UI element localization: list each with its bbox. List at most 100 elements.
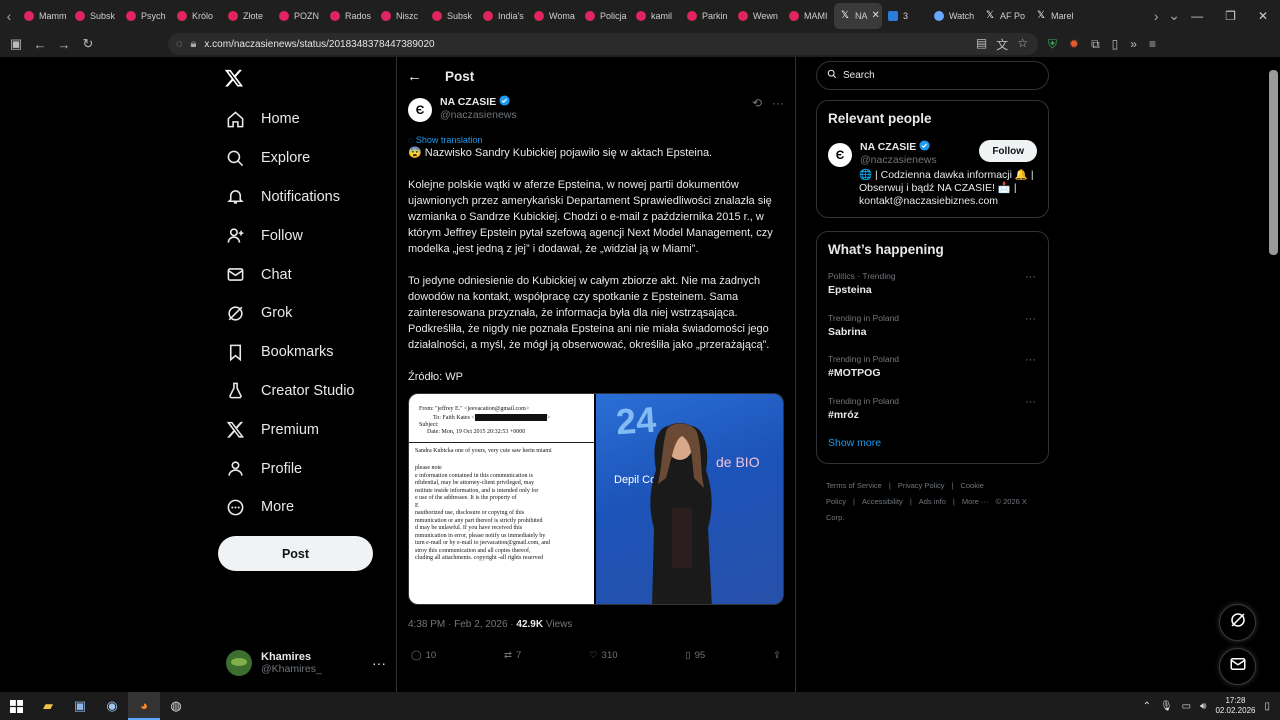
- browser-tab[interactable]: Psych: [120, 3, 171, 29]
- address-bar[interactable]: ◌ 🔒︎ x.com/naczasienews/status/201834837…: [168, 33, 1038, 55]
- file-explorer-icon[interactable]: ▰: [32, 692, 64, 720]
- person-name-row[interactable]: NA CZASIE: [860, 140, 937, 154]
- translate-icon[interactable]: 文: [996, 36, 1008, 53]
- show-more-link[interactable]: Show more: [817, 437, 1048, 449]
- close-tab-icon[interactable]: ✕: [872, 10, 880, 21]
- back-icon[interactable]: ←: [28, 37, 52, 52]
- shield-icon[interactable]: ◌: [176, 38, 183, 50]
- post-button[interactable]: Post: [218, 536, 373, 571]
- browser-tab[interactable]: Parkin: [681, 3, 732, 29]
- network-icon[interactable]: ▭: [1182, 701, 1191, 712]
- account-switcher[interactable]: Khamires @Khamires_ ···: [226, 650, 386, 676]
- browser-tab[interactable]: Złote: [222, 3, 273, 29]
- grok-fab-button[interactable]: [1219, 604, 1256, 641]
- browser-tab[interactable]: Wewn: [732, 3, 783, 29]
- sidebar-toggle-icon[interactable]: ▣: [4, 36, 28, 52]
- page-scrollbar[interactable]: [1269, 70, 1278, 255]
- start-icon[interactable]: [0, 692, 32, 720]
- sidebar-item-profile[interactable]: Profile: [218, 449, 388, 488]
- extensions-puzzle-icon[interactable]: ⧉: [1091, 37, 1100, 52]
- restore-icon[interactable]: ❐: [1225, 9, 1236, 23]
- sidebar-item-bookmarks[interactable]: Bookmarks: [218, 333, 388, 372]
- email-document-image[interactable]: From: "jeffrey E." <jeevacation@gmail.co…: [409, 394, 596, 604]
- reader-mode-icon[interactable]: ▤: [976, 36, 987, 53]
- microphone-icon[interactable]: 🎙︎: [1160, 701, 1173, 712]
- browser-tab[interactable]: 𝕏 AF Po: [979, 3, 1030, 29]
- x-logo-icon[interactable]: [216, 60, 252, 96]
- lock-icon[interactable]: 🔒︎: [191, 38, 197, 51]
- grok-explain-icon[interactable]: ⟲: [752, 96, 762, 110]
- browser-tab[interactable]: Rados: [324, 3, 375, 29]
- tab-scroll-right-icon[interactable]: ›: [1147, 8, 1165, 24]
- relevant-person[interactable]: Є NA CZASIE @naczasienews Follow: [817, 126, 1048, 167]
- person-handle[interactable]: @naczasienews: [860, 154, 937, 166]
- share-button[interactable]: ⇪: [773, 650, 781, 661]
- minimize-icon[interactable]: —: [1191, 9, 1203, 23]
- volume-icon[interactable]: 🔊︎: [1200, 701, 1206, 712]
- sidebar-item-grok[interactable]: Grok: [218, 294, 388, 333]
- show-translation-link[interactable]: ◌ Show translation: [397, 135, 795, 145]
- trend-more-icon[interactable]: ···: [1025, 313, 1036, 325]
- repost-button[interactable]: ⇄ 7: [504, 650, 521, 661]
- more-tools-icon[interactable]: »: [1130, 37, 1137, 51]
- browser-tab[interactable]: Watch: [928, 3, 979, 29]
- browser-tab[interactable]: Woma: [528, 3, 579, 29]
- browser-tab[interactable]: POZN: [273, 3, 324, 29]
- trend-item[interactable]: Trending in Poland #MOTPOG ···: [817, 354, 1048, 396]
- tray-chevron-icon[interactable]: ⌃: [1143, 701, 1151, 712]
- close-window-icon[interactable]: ✕: [1258, 9, 1268, 23]
- sidebar-item-explore[interactable]: Explore: [218, 139, 388, 178]
- sidebar-item-home[interactable]: Home: [218, 100, 388, 139]
- sidebar-item-creator-studio[interactable]: Creator Studio: [218, 372, 388, 411]
- trend-more-icon[interactable]: ···: [1025, 354, 1036, 366]
- author-avatar[interactable]: Є: [408, 98, 432, 122]
- browser-tab[interactable]: MAMI: [783, 3, 834, 29]
- trend-item[interactable]: Trending in Poland Sabrina ···: [817, 313, 1048, 355]
- avatar[interactable]: [226, 650, 252, 676]
- browser-tab[interactable]: India's: [477, 3, 528, 29]
- extension-shield-icon[interactable]: ⛨: [1048, 37, 1057, 52]
- footer-link[interactable]: More ···: [962, 497, 989, 506]
- browser-tab[interactable]: Subsk: [69, 3, 120, 29]
- browser-tab[interactable]: kamil: [630, 3, 681, 29]
- steam-icon[interactable]: ◉: [96, 692, 128, 720]
- sidebar-item-chat[interactable]: Chat: [218, 255, 388, 294]
- browser-tab[interactable]: Subsk: [426, 3, 477, 29]
- tab-scroll-left-icon[interactable]: ‹: [0, 8, 18, 24]
- trend-item[interactable]: Politics · Trending Epsteina ···: [817, 271, 1048, 313]
- tab-list-chevron-icon[interactable]: ⌄: [1165, 7, 1183, 24]
- browser-tab[interactable]: Królo: [171, 3, 222, 29]
- trend-item[interactable]: Trending in Poland #mróz ···: [817, 396, 1048, 438]
- author-name[interactable]: NA CZASIE: [440, 96, 496, 108]
- notification-icon[interactable]: ▯: [1264, 701, 1270, 712]
- clock[interactable]: 17:28 02.02.2026: [1215, 696, 1255, 716]
- trend-topic[interactable]: #MOTPOG: [828, 367, 1037, 379]
- app-icon[interactable]: ◍: [160, 692, 192, 720]
- like-button[interactable]: ♡ 310: [589, 650, 617, 661]
- footer-link[interactable]: Privacy Policy: [898, 481, 945, 490]
- reply-button[interactable]: ◯ 10: [411, 650, 436, 661]
- trend-more-icon[interactable]: ···: [1025, 396, 1036, 408]
- post-timestamp[interactable]: 4:38 PM · Feb 2, 2026 ·: [408, 619, 516, 630]
- footer-link[interactable]: Terms of Service: [826, 481, 882, 490]
- footer-link[interactable]: Ads info: [919, 497, 946, 506]
- trend-topic[interactable]: #mróz: [828, 409, 1037, 421]
- extension-fox-icon[interactable]: ✹: [1069, 37, 1079, 51]
- app-icon[interactable]: ▣: [64, 692, 96, 720]
- author-name-row[interactable]: NA CZASIE: [440, 95, 517, 109]
- trend-topic[interactable]: Epsteina: [828, 284, 1037, 296]
- follow-button[interactable]: Follow: [979, 140, 1037, 162]
- footer-link[interactable]: Accessibility: [862, 497, 903, 506]
- menu-icon[interactable]: ≡: [1149, 37, 1156, 51]
- person-name[interactable]: NA CZASIE: [860, 141, 916, 153]
- model-photo[interactable]: 24 de BIO Depil Conc: [596, 394, 783, 604]
- search-placeholder[interactable]: Search: [843, 70, 875, 81]
- forward-icon[interactable]: →: [52, 37, 76, 52]
- back-arrow-icon[interactable]: ←: [407, 68, 431, 85]
- extension-badge-icon[interactable]: ▯: [1112, 37, 1119, 51]
- browser-tab[interactable]: 3: [882, 3, 928, 29]
- browser-tab[interactable]: 𝕏 NA ✕: [834, 2, 882, 29]
- person-avatar[interactable]: Є: [828, 143, 852, 167]
- sidebar-item-notifications[interactable]: Notifications: [218, 178, 388, 217]
- bookmark-star-icon[interactable]: ☆: [1017, 36, 1028, 53]
